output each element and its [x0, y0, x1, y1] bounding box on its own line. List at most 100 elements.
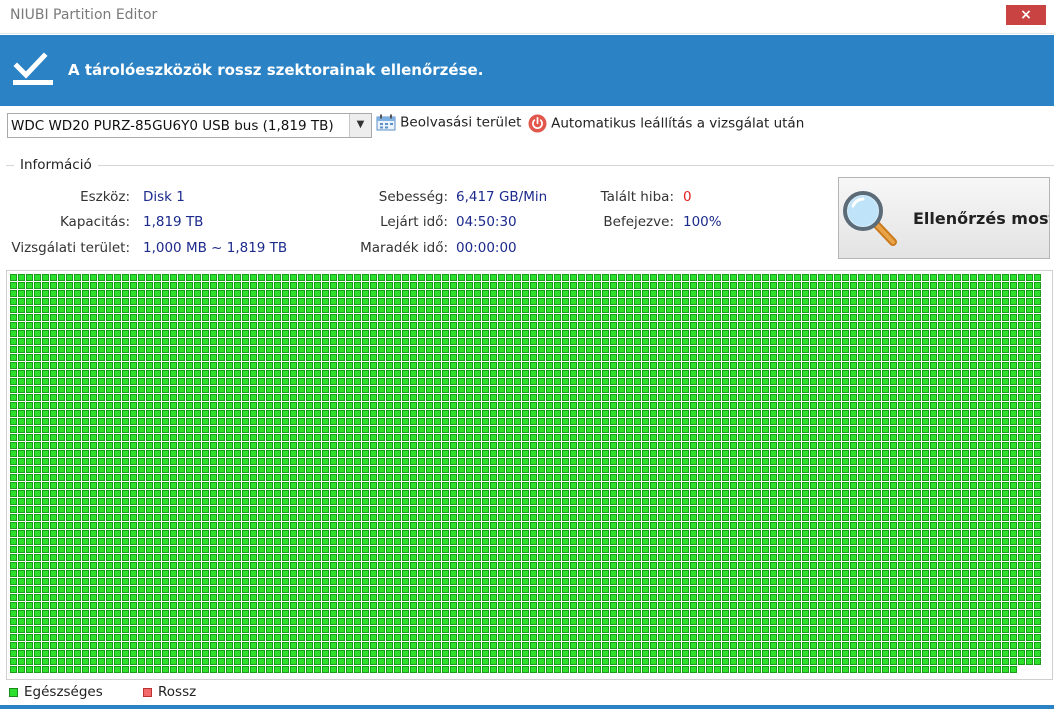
sector-block: [530, 298, 537, 305]
sector-block: [194, 522, 201, 529]
sector-block: [874, 298, 881, 305]
disk-select[interactable]: WDC WD20 PURZ-85GU6Y0 USB bus (1,819 TB)…: [7, 113, 372, 138]
window-title: NIUBI Partition Editor: [10, 7, 158, 23]
scan-area-button[interactable]: Beolvasási terület: [376, 114, 521, 136]
sector-block: [74, 522, 81, 529]
sector-block: [874, 338, 881, 345]
sector-block: [1034, 282, 1041, 289]
sector-block: [66, 554, 73, 561]
sector-block: [314, 394, 321, 401]
sector-block: [1026, 442, 1033, 449]
sector-block: [98, 546, 105, 553]
sector-block: [586, 386, 593, 393]
sector-block: [146, 394, 153, 401]
sector-block: [18, 418, 25, 425]
sector-block: [34, 578, 41, 585]
sector-block: [618, 378, 625, 385]
sector-block: [266, 450, 273, 457]
sector-block: [834, 482, 841, 489]
sector-block: [866, 466, 873, 473]
sector-block: [378, 410, 385, 417]
sector-block: [314, 290, 321, 297]
sector-block: [794, 530, 801, 537]
sector-block: [546, 562, 553, 569]
sector-block: [90, 282, 97, 289]
sector-block: [290, 426, 297, 433]
sector-block: [18, 370, 25, 377]
sector-block: [234, 386, 241, 393]
sector-block: [738, 306, 745, 313]
sector-block: [298, 546, 305, 553]
sector-block: [490, 306, 497, 313]
sector-block: [258, 314, 265, 321]
sector-block: [314, 570, 321, 577]
sector-block: [242, 362, 249, 369]
auto-shutdown-option[interactable]: Automatikus leállítás a vizsgálat után: [528, 114, 804, 136]
sector-block: [546, 554, 553, 561]
sector-block: [338, 402, 345, 409]
sector-block: [610, 474, 617, 481]
sector-block: [226, 578, 233, 585]
sector-block: [906, 490, 913, 497]
sector-block: [194, 290, 201, 297]
sector-block: [314, 322, 321, 329]
sector-block: [674, 410, 681, 417]
sector-block: [98, 386, 105, 393]
sector-block: [882, 274, 889, 281]
sector-block: [90, 570, 97, 577]
sector-block: [690, 530, 697, 537]
sector-block: [330, 306, 337, 313]
sector-block: [698, 338, 705, 345]
sector-block: [314, 458, 321, 465]
sector-block: [762, 346, 769, 353]
check-now-button[interactable]: Ellenőrzés most: [838, 177, 1050, 259]
sector-block: [802, 522, 809, 529]
sector-block: [930, 530, 937, 537]
sector-block: [490, 514, 497, 521]
sector-block: [898, 514, 905, 521]
sector-block: [754, 562, 761, 569]
sector-block: [570, 522, 577, 529]
sector-block: [178, 546, 185, 553]
sector-block: [506, 370, 513, 377]
sector-block: [50, 354, 57, 361]
sector-block: [970, 466, 977, 473]
sector-block: [194, 354, 201, 361]
sector-block: [114, 490, 121, 497]
sector-block: [106, 482, 113, 489]
sector-block: [1002, 338, 1009, 345]
sector-block: [818, 290, 825, 297]
close-button[interactable]: ×: [1006, 5, 1046, 25]
sector-block: [578, 394, 585, 401]
sector-block: [970, 506, 977, 513]
sector-block: [874, 410, 881, 417]
sector-block: [858, 362, 865, 369]
sector-block: [218, 546, 225, 553]
sector-block: [594, 394, 601, 401]
sector-block: [482, 370, 489, 377]
sector-block: [426, 274, 433, 281]
sector-block: [986, 314, 993, 321]
sector-block: [466, 482, 473, 489]
chevron-down-icon[interactable]: ▼: [349, 114, 371, 137]
sector-block: [458, 394, 465, 401]
sector-block: [746, 330, 753, 337]
sector-block: [642, 490, 649, 497]
sector-block: [162, 378, 169, 385]
sector-block: [674, 322, 681, 329]
sector-block: [514, 346, 521, 353]
sector-block: [922, 306, 929, 313]
sector-block: [170, 474, 177, 481]
sector-block: [650, 322, 657, 329]
sector-block: [538, 330, 545, 337]
sector-block: [146, 578, 153, 585]
sector-block: [106, 282, 113, 289]
sector-block: [650, 330, 657, 337]
sector-block: [706, 466, 713, 473]
sector-block: [378, 346, 385, 353]
sector-block: [922, 330, 929, 337]
sector-block: [42, 490, 49, 497]
sector-block: [962, 386, 969, 393]
sector-block: [370, 418, 377, 425]
sector-block: [394, 418, 401, 425]
